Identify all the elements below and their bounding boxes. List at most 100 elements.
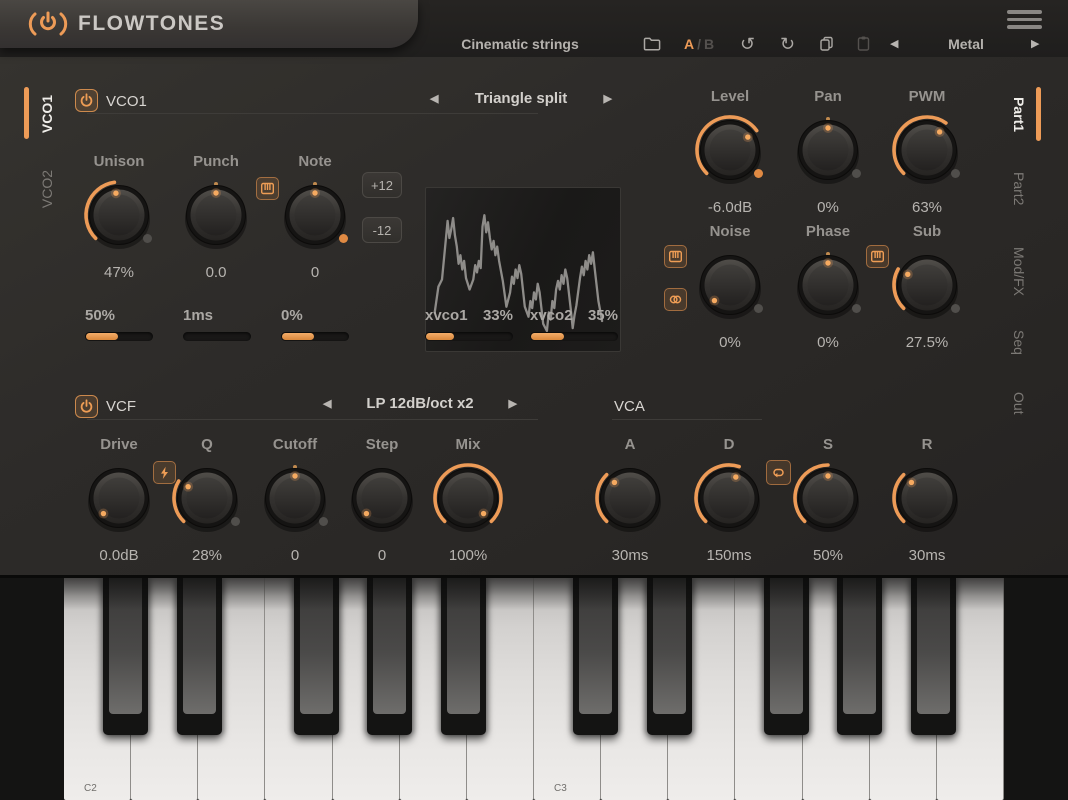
slider-track[interactable]	[183, 332, 251, 341]
next-wave-button[interactable]: ▶	[604, 92, 612, 105]
slider-value: 50%	[85, 307, 116, 324]
browse-presets-button[interactable]	[643, 30, 661, 57]
knob-unison[interactable]: Unison 47%	[80, 153, 158, 281]
octave-scroll-right[interactable]	[1004, 578, 1068, 800]
app-logo-icon	[28, 11, 68, 36]
wave-name[interactable]: Triangle split	[475, 90, 568, 107]
black-key-face	[373, 578, 407, 714]
knob-a[interactable]: A 30ms	[591, 436, 669, 564]
page-tab-part2[interactable]: Part2	[1006, 160, 1032, 218]
tab-label: Out	[1011, 391, 1027, 415]
hamburger-icon	[1007, 10, 1042, 14]
slider-fill	[282, 333, 314, 340]
knob-phase[interactable]: Phase 0%	[789, 223, 867, 351]
knob-drive[interactable]: Drive 0.0dB	[80, 436, 158, 564]
knob-pwm[interactable]: PWM 63%	[888, 88, 966, 216]
octave-down-button[interactable]: -12	[362, 217, 402, 243]
undo-button[interactable]: ↺	[740, 30, 755, 57]
slider-track[interactable]	[85, 332, 153, 341]
active-tab-indicator	[24, 87, 29, 139]
knob-label: Note	[298, 153, 332, 170]
app-title: FLOWTONES	[78, 12, 226, 35]
unison-spread-slider[interactable]: 50%	[85, 307, 153, 341]
menu-button[interactable]	[1007, 10, 1042, 30]
synth-window: Cinematic strings A / B ↺ ↻ ◀ Metal ▶ FL…	[0, 0, 1068, 800]
page-tab-out[interactable]: Out	[1006, 382, 1032, 424]
black-key-face	[769, 578, 803, 714]
knob-level[interactable]: Level -6.0dB	[691, 88, 769, 216]
black-key-face	[299, 578, 333, 714]
knob-noise[interactable]: Noise 0%	[691, 223, 769, 351]
knob-q[interactable]: Q 28%	[168, 436, 246, 564]
octave-scroll-left[interactable]	[0, 578, 64, 800]
vca-section-title: VCA	[614, 398, 645, 415]
black-key[interactable]	[441, 578, 487, 735]
sidebar-tab-vco1[interactable]: VCO1	[34, 86, 60, 142]
knob-sub[interactable]: Sub 27.5%	[888, 223, 966, 351]
noise-stereo-button[interactable]	[664, 288, 687, 311]
main-panel: VCO1 VCO2 Part1 Part2 Mod/FX Seq Out VCO1 ◀ T…	[0, 57, 1068, 612]
knob-pan[interactable]: Pan 0%	[789, 88, 867, 216]
vco1-wave-selector: ◀ Triangle split ▶	[430, 90, 612, 107]
mod-dot	[852, 169, 861, 178]
noise-keytrack-button[interactable]	[664, 245, 687, 268]
mod-dot	[319, 517, 328, 526]
knob-note[interactable]: Note 0	[276, 153, 354, 281]
bank-name[interactable]: Metal	[926, 30, 1006, 57]
xvco1-slider[interactable]: xvco1 33%	[425, 307, 513, 341]
slider-track[interactable]	[530, 332, 618, 341]
bank-prev-button[interactable]: ◀	[890, 30, 898, 57]
knob-s[interactable]: S 50%	[789, 436, 867, 564]
prev-filter-button[interactable]: ◀	[323, 397, 331, 410]
knob-mix[interactable]: Mix 100%	[429, 436, 507, 564]
left-arrow-icon: ◀	[890, 38, 899, 50]
page-tab-part1[interactable]: Part1	[1006, 86, 1032, 144]
power-icon	[80, 93, 93, 107]
knob-punch[interactable]: Punch 0.0	[177, 153, 255, 281]
black-key[interactable]	[176, 578, 222, 735]
knob-r[interactable]: R 30ms	[888, 436, 966, 564]
page-tab-seq[interactable]: Seq	[1006, 320, 1032, 364]
octave-up-button[interactable]: +12	[362, 172, 402, 198]
black-key[interactable]	[911, 578, 957, 735]
ab-a-label: A	[684, 35, 695, 52]
sub-keytrack-button[interactable]	[866, 245, 889, 268]
black-key[interactable]	[837, 578, 883, 735]
black-key[interactable]	[763, 578, 809, 735]
ab-toggle[interactable]: A / B	[684, 30, 714, 57]
slider-track[interactable]	[425, 332, 513, 341]
black-key-face	[182, 578, 216, 714]
knob-d[interactable]: D 150ms	[690, 436, 768, 564]
ab-b-label: B	[704, 35, 715, 52]
filter-name[interactable]: LP 12dB/oct x2	[366, 395, 473, 412]
black-key[interactable]	[646, 578, 692, 735]
redo-icon: ↻	[780, 33, 796, 54]
black-key[interactable]	[102, 578, 148, 735]
punch-time-slider[interactable]: 1ms	[183, 307, 251, 341]
tab-label: VCO1	[39, 94, 55, 134]
stereo-circles-icon	[669, 295, 682, 304]
logo-tab: FLOWTONES	[0, 0, 418, 48]
black-key[interactable]	[367, 578, 413, 735]
preset-name[interactable]: Cinematic strings	[440, 30, 600, 57]
paste-button[interactable]	[855, 30, 872, 57]
bank-next-button[interactable]: ▶	[1031, 30, 1039, 57]
note-fine-slider[interactable]: 0%	[281, 307, 349, 341]
page-tab-mod-fx[interactable]: Mod/FX	[1006, 234, 1032, 310]
knob-step[interactable]: Step 0	[343, 436, 421, 564]
slider-track[interactable]	[281, 332, 349, 341]
knob-cutoff[interactable]: Cutoff 0	[256, 436, 334, 564]
black-key[interactable]	[572, 578, 618, 735]
copy-button[interactable]	[818, 30, 835, 57]
slider-fill	[531, 333, 565, 340]
vco1-power-button[interactable]	[75, 89, 98, 112]
mod-dot	[852, 304, 861, 313]
prev-wave-button[interactable]: ◀	[430, 92, 438, 105]
xvco2-slider[interactable]: xvco2 35%	[530, 307, 618, 341]
redo-button[interactable]: ↻	[780, 30, 795, 57]
envelope-loop-button[interactable]	[766, 460, 791, 485]
vcf-power-button[interactable]	[75, 395, 98, 418]
black-key[interactable]	[293, 578, 339, 735]
next-filter-button[interactable]: ▶	[509, 397, 517, 410]
mod-dot	[339, 234, 348, 243]
